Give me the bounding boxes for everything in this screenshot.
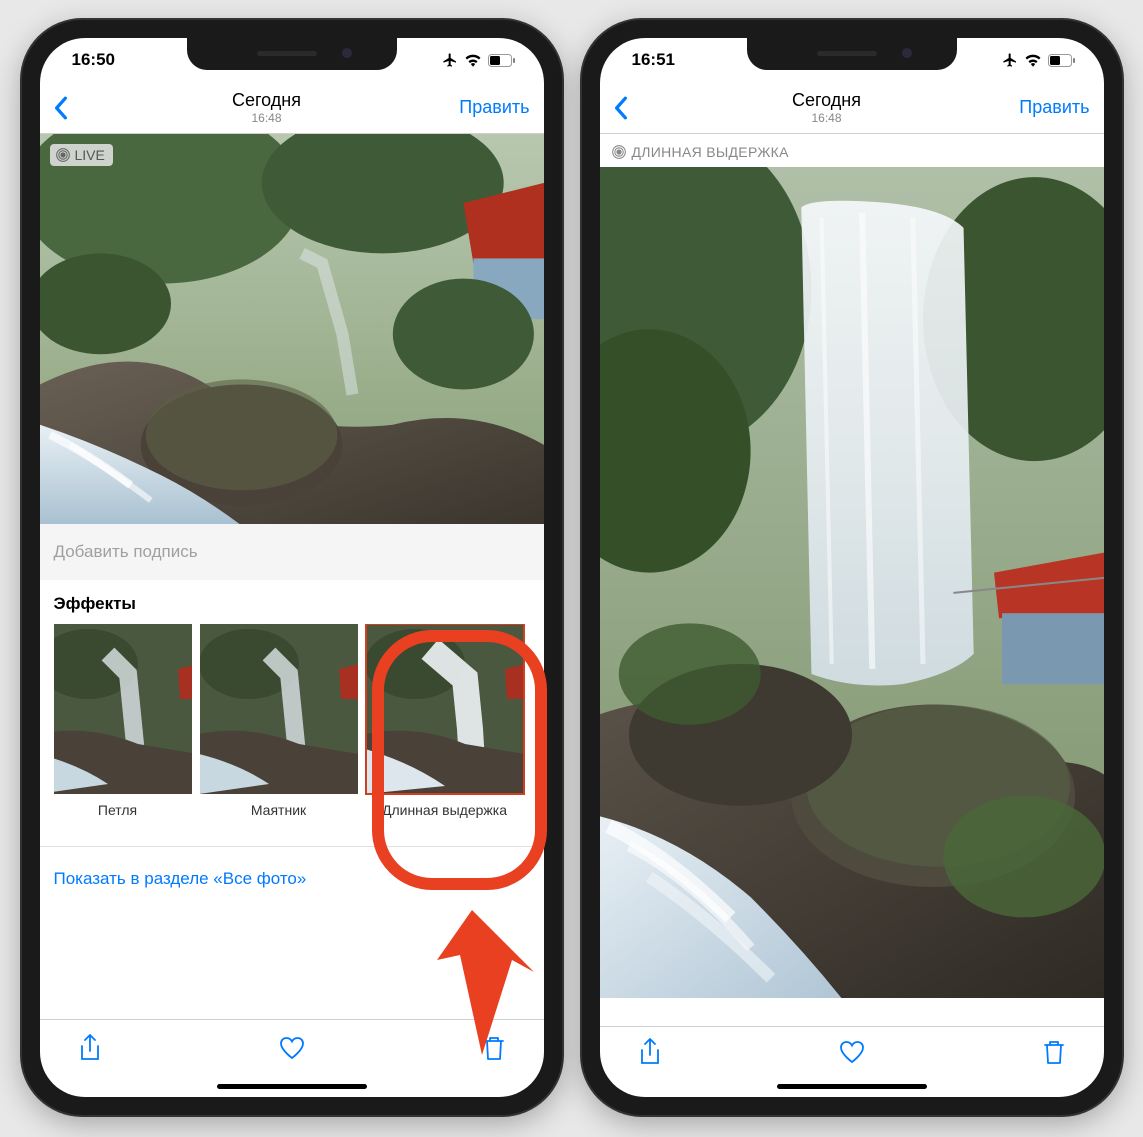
bottom-toolbar: [40, 1019, 544, 1075]
home-indicator[interactable]: [40, 1075, 544, 1097]
home-indicator[interactable]: [600, 1077, 1104, 1097]
trash-icon: [1043, 1039, 1065, 1065]
waterfall-long-exposure-photo: [600, 167, 1104, 999]
live-icon: [612, 145, 626, 159]
back-button[interactable]: [614, 96, 654, 120]
airplane-icon: [1002, 52, 1018, 68]
chevron-left-icon: [614, 96, 628, 120]
caption-input[interactable]: Добавить подпись: [40, 524, 544, 580]
battery-icon: [1048, 54, 1076, 67]
wifi-icon: [1024, 53, 1042, 67]
favorite-button[interactable]: [832, 1040, 872, 1064]
bottom-toolbar: [600, 1026, 1104, 1077]
notch: [187, 38, 397, 70]
nav-bar: Сегодня 16:48 Править: [40, 82, 544, 134]
effects-heading: Эффекты: [54, 594, 530, 614]
status-indicators: [442, 52, 516, 68]
live-badge: LIVE: [50, 144, 113, 166]
share-icon: [79, 1034, 101, 1062]
heart-icon: [839, 1040, 865, 1064]
effect-label: Длинная выдержка: [366, 802, 524, 818]
back-button[interactable]: [54, 96, 94, 120]
phone-right: 16:51 Сегодня 16:48 Править ДЛИННАЯ ВЫДЕ…: [582, 20, 1122, 1115]
favorite-button[interactable]: [272, 1036, 312, 1060]
airplane-icon: [442, 52, 458, 68]
nav-title: Сегодня: [654, 90, 1000, 111]
effects-row[interactable]: Петля Маятник Длинная выдержка: [54, 624, 530, 818]
delete-button[interactable]: [1034, 1039, 1074, 1065]
status-time: 16:51: [632, 50, 675, 70]
effect-long-exposure[interactable]: Длинная выдержка: [366, 624, 524, 818]
edit-button[interactable]: Править: [1000, 97, 1090, 118]
battery-icon: [488, 54, 516, 67]
chevron-left-icon: [54, 96, 68, 120]
notch: [747, 38, 957, 70]
nav-subtitle: 16:48: [94, 111, 440, 125]
share-button[interactable]: [70, 1034, 110, 1062]
photo-main[interactable]: [600, 167, 1104, 999]
status-time: 16:50: [72, 50, 115, 70]
show-all-photos-link[interactable]: Показать в разделе «Все фото»: [54, 869, 307, 888]
nav-subtitle: 16:48: [654, 111, 1000, 125]
nav-bar: Сегодня 16:48 Править: [600, 82, 1104, 134]
photo-main[interactable]: LIVE: [40, 134, 544, 524]
long-exposure-badge: ДЛИННАЯ ВЫДЕРЖКА: [612, 144, 789, 160]
effect-label: Маятник: [200, 802, 358, 818]
effect-label: Петля: [54, 802, 192, 818]
heart-icon: [279, 1036, 305, 1060]
wifi-icon: [464, 53, 482, 67]
waterfall-photo: [40, 134, 544, 524]
effect-bounce[interactable]: Маятник: [200, 624, 358, 818]
live-icon: [56, 148, 70, 162]
delete-button[interactable]: [474, 1035, 514, 1061]
share-icon: [639, 1038, 661, 1066]
share-button[interactable]: [630, 1038, 670, 1066]
effect-loop[interactable]: Петля: [54, 624, 192, 818]
phone-left: 16:50 Сегодня 16:48 Править LIVE: [22, 20, 562, 1115]
edit-button[interactable]: Править: [440, 97, 530, 118]
status-indicators: [1002, 52, 1076, 68]
trash-icon: [483, 1035, 505, 1061]
nav-title: Сегодня: [94, 90, 440, 111]
